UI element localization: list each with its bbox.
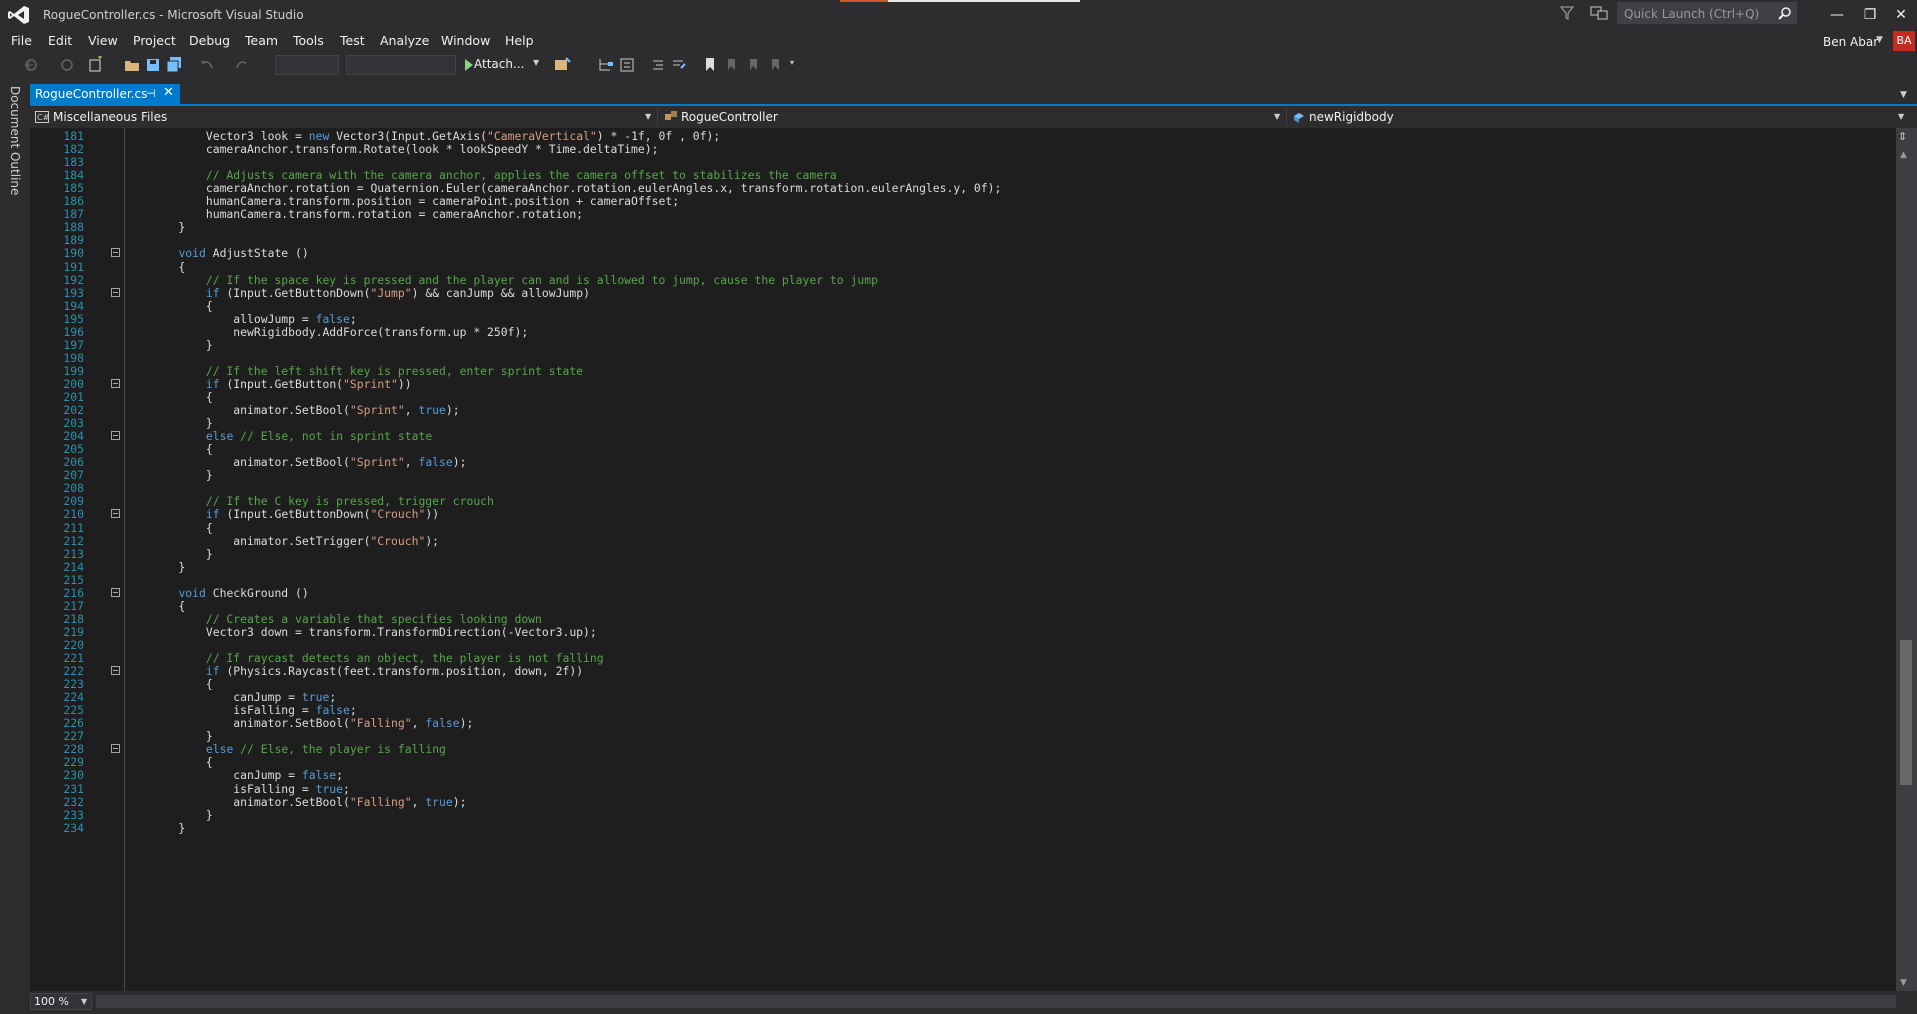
collapse-region-icon[interactable]: [111, 509, 120, 519]
solution-platform-dropdown[interactable]: [346, 55, 456, 75]
csharp-file-icon: C#: [35, 111, 49, 123]
standard-toolbar: Attach... ▼ ▾: [0, 52, 1917, 78]
scroll-up-arrow-icon[interactable]: ▲: [1900, 150, 1907, 160]
close-tab-icon[interactable]: ✕: [163, 85, 174, 100]
side-panel-strip: [0, 78, 28, 1003]
collapse-region-icon[interactable]: [111, 587, 120, 597]
undo-icon[interactable]: [200, 56, 214, 74]
vertical-scrollbar[interactable]: [1896, 128, 1917, 991]
menu-window[interactable]: Window: [441, 33, 490, 48]
tab-rogue-controller[interactable]: RogueController.cs ⊣ ✕: [30, 84, 180, 104]
save-all-icon[interactable]: [166, 56, 182, 74]
zoom-level: 100 %: [34, 995, 69, 1008]
title-accent-strip: [840, 0, 888, 2]
collapse-region-icon[interactable]: [111, 744, 120, 754]
collapse-region-icon[interactable]: [111, 666, 120, 676]
menu-view[interactable]: View: [88, 33, 118, 48]
pin-tab-icon[interactable]: ⊣: [146, 87, 156, 100]
clear-bookmarks-icon[interactable]: [768, 56, 782, 74]
menu-team[interactable]: Team: [245, 33, 278, 48]
redo-icon[interactable]: [235, 56, 249, 74]
user-menu-chevron-icon[interactable]: ▼: [1876, 35, 1883, 45]
collapse-region-icon[interactable]: [111, 248, 120, 258]
project-dropdown-chevron-icon: ▼: [645, 112, 652, 121]
close-window-button[interactable]: ✕: [1886, 4, 1916, 26]
menu-bar: File Edit View Project Debug Team Tools …: [0, 30, 1917, 52]
menu-test[interactable]: Test: [340, 33, 365, 48]
uncomment-lines-icon[interactable]: [671, 56, 687, 74]
split-editor-icon[interactable]: ⇕: [1898, 130, 1907, 143]
start-play-icon[interactable]: [464, 56, 474, 74]
browser-link-icon[interactable]: [554, 56, 572, 74]
restore-button[interactable]: ❐: [1855, 4, 1885, 26]
solution-configuration-dropdown[interactable]: [275, 55, 339, 75]
menu-analyze[interactable]: Analyze: [380, 33, 429, 48]
class-dropdown[interactable]: RogueController ▼: [662, 108, 1287, 126]
member-dropdown-label: newRigidbody: [1309, 110, 1394, 124]
code-token: }: [151, 820, 186, 835]
zoom-chevron-icon: ▼: [81, 997, 88, 1006]
attach-button[interactable]: Attach...: [474, 57, 524, 71]
project-dropdown-label: Miscellaneous Files: [53, 110, 168, 124]
previous-bookmark-icon[interactable]: [724, 56, 738, 74]
code-text: }: [151, 820, 185, 836]
menu-edit[interactable]: Edit: [48, 33, 72, 48]
next-bookmark-icon[interactable]: [746, 56, 760, 74]
document-outline-tab[interactable]: Document Outline: [8, 86, 22, 195]
line-number: 234: [63, 820, 84, 835]
navigate-forward-icon[interactable]: [60, 56, 74, 74]
horizontal-scrollbar[interactable]: [96, 995, 1896, 1008]
feedback-icon[interactable]: [1590, 5, 1608, 21]
member-dropdown[interactable]: newRigidbody ▼: [1290, 108, 1914, 126]
quick-launch-placeholder: Quick Launch (Ctrl+Q): [1624, 7, 1760, 21]
window-title: RogueController.cs - Microsoft Visual St…: [43, 8, 304, 22]
class-icon: [665, 111, 677, 120]
zoom-dropdown[interactable]: 100 % ▼: [30, 993, 92, 1010]
menu-tools[interactable]: Tools: [293, 33, 324, 48]
menu-help[interactable]: Help: [505, 33, 534, 48]
new-project-icon[interactable]: [88, 56, 104, 74]
collapse-region-icon[interactable]: [111, 378, 120, 388]
field-icon: [1294, 113, 1304, 123]
svg-text:C#: C#: [37, 113, 49, 122]
tab-overflow-chevron-icon[interactable]: ▼: [1900, 90, 1907, 100]
class-dropdown-chevron-icon: ▼: [1274, 112, 1281, 121]
code-line[interactable]: 234 }: [30, 820, 1896, 836]
avatar[interactable]: BA: [1893, 31, 1915, 51]
collapse-region-icon[interactable]: [111, 431, 120, 441]
project-dropdown[interactable]: C# Miscellaneous Files ▼: [33, 108, 658, 126]
minimize-button[interactable]: —: [1822, 4, 1852, 26]
quick-launch-input[interactable]: Quick Launch (Ctrl+Q): [1617, 2, 1797, 24]
properties-window-icon[interactable]: [619, 56, 635, 74]
menu-file[interactable]: File: [11, 33, 32, 48]
collapse-region-icon[interactable]: [111, 287, 120, 297]
scroll-down-arrow-icon[interactable]: ▼: [1900, 978, 1907, 988]
search-icon[interactable]: [1778, 6, 1792, 20]
navigate-back-icon[interactable]: [24, 56, 38, 74]
save-icon[interactable]: [146, 56, 160, 74]
title-accent-strip-light: [888, 0, 1080, 2]
visual-studio-logo-icon: [8, 6, 29, 24]
vertical-scrollbar-thumb[interactable]: [1900, 640, 1912, 785]
menu-debug[interactable]: Debug: [189, 33, 230, 48]
class-dropdown-label: RogueController: [681, 110, 778, 124]
toolbar-overflow-chevron-icon[interactable]: ▾: [790, 58, 794, 67]
notification-filter-icon[interactable]: [1560, 5, 1574, 21]
code-editor[interactable]: 181 Vector3 look = new Vector3(Input.Get…: [30, 128, 1896, 991]
menu-project[interactable]: Project: [133, 33, 176, 48]
bookmark-icon[interactable]: [704, 56, 716, 74]
member-dropdown-chevron-icon: ▼: [1898, 112, 1905, 121]
tab-label: RogueController.cs: [35, 87, 148, 101]
solution-explorer-icon[interactable]: [598, 56, 614, 74]
open-file-icon[interactable]: [124, 56, 140, 74]
user-name[interactable]: Ben Abar: [1823, 35, 1878, 49]
comment-lines-icon[interactable]: [651, 56, 665, 74]
attach-dropdown-chevron-icon[interactable]: ▼: [533, 58, 539, 67]
